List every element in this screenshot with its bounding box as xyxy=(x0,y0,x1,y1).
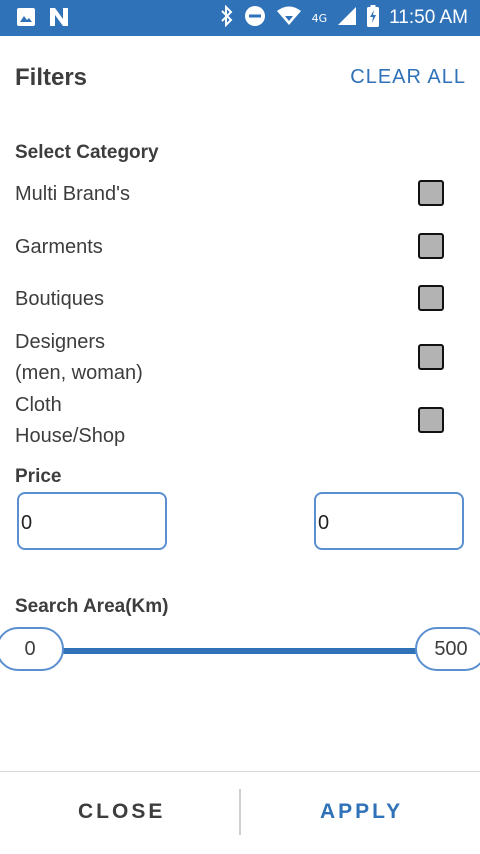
search-area-label: Search Area(Km) xyxy=(15,596,169,617)
apply-button[interactable]: APPLY xyxy=(320,800,403,824)
category-label-line2: House/Shop xyxy=(15,425,126,447)
footer-divider xyxy=(0,771,480,772)
close-button[interactable]: CLOSE xyxy=(78,800,165,824)
network-type-label: 4G xyxy=(311,11,328,25)
checkbox-boutiques[interactable] xyxy=(418,285,444,311)
status-time: 11:50 AM xyxy=(389,7,468,28)
category-label-line1: Designers xyxy=(15,331,106,353)
category-label-cloth-house: Cloth House/Shop xyxy=(15,390,125,452)
checkbox-cloth-house[interactable] xyxy=(418,407,444,433)
price-min-input[interactable]: 0 xyxy=(17,492,167,550)
checkbox-multi-brands[interactable] xyxy=(418,180,444,206)
checkbox-designers[interactable] xyxy=(418,344,444,370)
slider-min-handle[interactable]: 0 xyxy=(0,627,64,671)
category-label-line1: Multi Brand's xyxy=(15,183,130,205)
signal-icon xyxy=(337,6,357,30)
bluetooth-icon xyxy=(220,4,234,31)
search-area-slider-track[interactable] xyxy=(60,648,420,654)
category-label-multi-brands: Multi Brand's xyxy=(15,179,130,210)
footer-separator xyxy=(239,789,241,835)
category-label-line1: Garments xyxy=(15,236,103,258)
n-app-icon xyxy=(48,7,70,31)
price-section-label: Price xyxy=(15,466,62,487)
category-label-line1: Cloth xyxy=(15,394,62,416)
category-label-line1: Boutiques xyxy=(15,288,104,310)
image-icon xyxy=(16,7,36,31)
checkbox-garments[interactable] xyxy=(418,233,444,259)
page-title: Filters xyxy=(15,64,88,91)
category-label-boutiques: Boutiques xyxy=(15,284,104,315)
category-section-label: Select Category xyxy=(15,142,159,163)
category-label-designers: Designers (men, woman) xyxy=(15,327,143,389)
dnd-icon xyxy=(244,5,266,31)
category-label-line2: (men, woman) xyxy=(15,362,143,384)
clear-all-button[interactable]: CLEAR ALL xyxy=(350,66,466,89)
price-max-input[interactable]: 0 xyxy=(314,492,464,550)
status-bar: 4G 11:50 AM xyxy=(0,0,480,36)
wifi-icon xyxy=(276,6,302,30)
category-label-garments: Garments xyxy=(15,232,103,263)
battery-charging-icon xyxy=(367,5,380,31)
slider-max-handle[interactable]: 500 xyxy=(415,627,480,671)
